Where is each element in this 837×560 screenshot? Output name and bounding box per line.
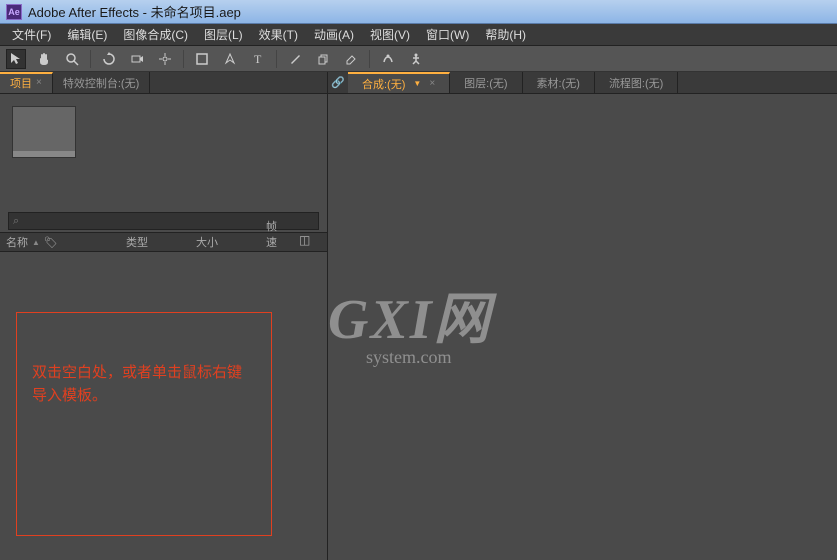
svg-text:T: T bbox=[254, 52, 262, 66]
left-panel-tabs: 项目 × 特效控制台:(无) bbox=[0, 72, 327, 94]
close-icon[interactable]: × bbox=[36, 77, 42, 88]
chevron-down-icon: ▼ bbox=[413, 79, 421, 88]
roto-tool-icon[interactable] bbox=[378, 49, 398, 69]
menu-edit[interactable]: 编辑(E) bbox=[59, 24, 115, 45]
tab-label: 流程图:(无) bbox=[609, 75, 663, 91]
toolbar-separator bbox=[369, 50, 370, 68]
clone-tool-icon[interactable] bbox=[313, 49, 333, 69]
camera-tool-icon[interactable] bbox=[127, 49, 147, 69]
tag-icon: 🏷 bbox=[44, 236, 58, 249]
column-size[interactable]: 大小 bbox=[196, 234, 246, 250]
menubar: 文件(F) 编辑(E) 图像合成(C) 图层(L) 效果(T) 动画(A) 视图… bbox=[0, 24, 837, 46]
window-title: Adobe After Effects - 未命名项目.aep bbox=[28, 2, 241, 21]
toolbar-separator bbox=[276, 50, 277, 68]
preview-thumbnail bbox=[12, 106, 76, 158]
annotation-box bbox=[16, 312, 272, 536]
titlebar: Ae Adobe After Effects - 未命名项目.aep bbox=[0, 0, 837, 24]
toolbar-separator bbox=[90, 50, 91, 68]
tab-flowchart[interactable]: 流程图:(无) bbox=[595, 72, 678, 93]
rotation-tool-icon[interactable] bbox=[99, 49, 119, 69]
tab-label: 特效控制台:(无) bbox=[63, 75, 139, 91]
tab-label: 图层:(无) bbox=[464, 75, 507, 91]
hand-tool-icon[interactable] bbox=[34, 49, 54, 69]
tab-label: 合成:(无) bbox=[362, 76, 405, 92]
project-panel: 项目 × 特效控制台:(无) 名称 ▲ 🏷 类型 大小 帧速率 ◫ bbox=[0, 72, 328, 560]
watermark-small: system.com bbox=[366, 347, 492, 368]
menu-help[interactable]: 帮助(H) bbox=[477, 24, 534, 45]
watermark: GXI网 system.com bbox=[328, 274, 492, 368]
tab-effects-control[interactable]: 特效控制台:(无) bbox=[53, 72, 150, 93]
column-type[interactable]: 类型 bbox=[126, 234, 176, 250]
menu-window[interactable]: 窗口(W) bbox=[418, 24, 477, 45]
flowchart-icon[interactable]: ◫ bbox=[299, 233, 317, 251]
right-panel-tabs: 🔗 合成:(无) ▼ × 图层:(无) 素材:(无) 流程图:(无) bbox=[328, 72, 837, 94]
tab-layer[interactable]: 图层:(无) bbox=[450, 72, 522, 93]
link-icon[interactable]: 🔗 bbox=[328, 72, 348, 93]
tab-footage[interactable]: 素材:(无) bbox=[523, 72, 595, 93]
toolbar-separator bbox=[183, 50, 184, 68]
menu-animation[interactable]: 动画(A) bbox=[306, 24, 362, 45]
watermark-large: GXI网 bbox=[328, 274, 492, 355]
app-icon: Ae bbox=[6, 4, 22, 20]
sort-ascending-icon: ▲ bbox=[32, 238, 40, 247]
project-items-area[interactable]: 双击空白处，或者单击鼠标右键导入模板。 bbox=[0, 252, 327, 560]
menu-composition[interactable]: 图像合成(C) bbox=[115, 24, 196, 45]
tab-label: 项目 bbox=[10, 75, 32, 91]
shape-tool-icon[interactable] bbox=[192, 49, 212, 69]
menu-view[interactable]: 视图(V) bbox=[362, 24, 418, 45]
menu-effect[interactable]: 效果(T) bbox=[251, 24, 306, 45]
brush-tool-icon[interactable] bbox=[285, 49, 305, 69]
pen-tool-icon[interactable] bbox=[220, 49, 240, 69]
tab-composition[interactable]: 合成:(无) ▼ × bbox=[348, 72, 450, 93]
toolbar: T bbox=[0, 46, 837, 72]
selection-tool-icon[interactable] bbox=[6, 49, 26, 69]
text-tool-icon[interactable]: T bbox=[248, 49, 268, 69]
viewer-panel: 🔗 合成:(无) ▼ × 图层:(无) 素材:(无) 流程图:(无) GXI网 … bbox=[328, 72, 837, 560]
column-label: 名称 bbox=[6, 234, 28, 250]
composition-viewer[interactable]: GXI网 system.com bbox=[328, 94, 837, 560]
column-name[interactable]: 名称 ▲ 🏷 bbox=[6, 234, 106, 250]
tab-project[interactable]: 项目 × bbox=[0, 72, 53, 93]
menu-layer[interactable]: 图层(L) bbox=[196, 24, 251, 45]
project-columns-header: 名称 ▲ 🏷 类型 大小 帧速率 ◫ bbox=[0, 232, 327, 252]
item-preview-area bbox=[0, 94, 327, 210]
zoom-tool-icon[interactable] bbox=[62, 49, 82, 69]
annotation-text: 双击空白处，或者单击鼠标右键导入模板。 bbox=[32, 362, 252, 407]
close-icon[interactable]: × bbox=[429, 78, 435, 89]
anchor-tool-icon[interactable] bbox=[155, 49, 175, 69]
menu-file[interactable]: 文件(F) bbox=[4, 24, 59, 45]
tab-label: 素材:(无) bbox=[537, 75, 580, 91]
main-area: 项目 × 特效控制台:(无) 名称 ▲ 🏷 类型 大小 帧速率 ◫ bbox=[0, 72, 837, 560]
eraser-tool-icon[interactable] bbox=[341, 49, 361, 69]
puppet-tool-icon[interactable] bbox=[406, 49, 426, 69]
